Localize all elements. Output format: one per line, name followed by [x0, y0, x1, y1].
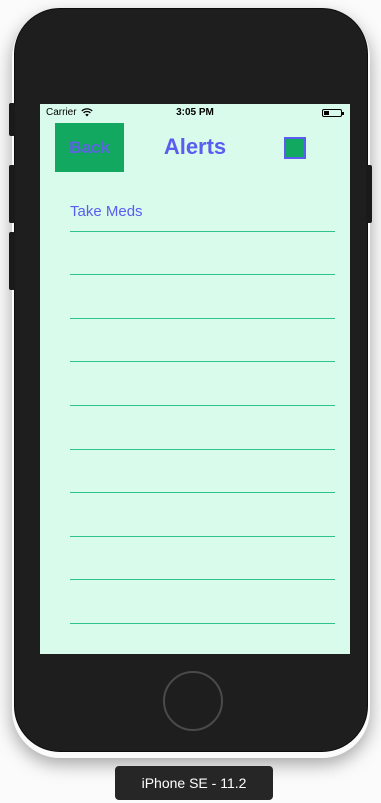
volume-up-button — [9, 165, 15, 223]
alerts-list: Take Meds — [70, 188, 335, 624]
app-screen: Carrier 3:05 PM Back Alerts Take Meds — [40, 104, 350, 654]
volume-down-button — [9, 232, 15, 290]
nav-action-button[interactable] — [284, 137, 306, 159]
list-item[interactable] — [70, 406, 335, 450]
list-item[interactable] — [70, 580, 335, 624]
mute-switch — [9, 103, 15, 136]
battery-icon — [322, 109, 344, 117]
list-item[interactable] — [70, 493, 335, 537]
list-item[interactable] — [70, 362, 335, 406]
list-item[interactable] — [70, 450, 335, 494]
status-bar: Carrier 3:05 PM — [40, 104, 350, 122]
power-button — [366, 165, 372, 223]
list-item[interactable] — [70, 537, 335, 581]
list-item[interactable]: Take Meds — [70, 188, 335, 232]
list-item[interactable] — [70, 319, 335, 363]
simulator-stage: Carrier 3:05 PM Back Alerts Take Meds iP… — [0, 0, 381, 803]
list-item-label: Take Meds — [70, 203, 143, 220]
status-time: 3:05 PM — [176, 107, 214, 118]
home-button[interactable] — [163, 671, 223, 731]
list-item[interactable] — [70, 275, 335, 319]
list-item[interactable] — [70, 232, 335, 276]
device-label: iPhone SE - 11.2 — [115, 766, 273, 800]
